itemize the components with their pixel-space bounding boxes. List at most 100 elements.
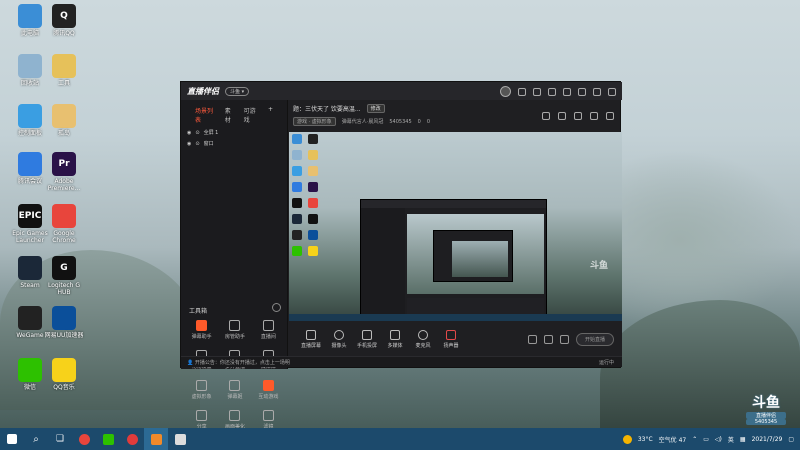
lock-icon[interactable] xyxy=(558,112,566,120)
eye-icon[interactable]: ◉ xyxy=(187,130,191,136)
taskbar-app[interactable] xyxy=(168,428,192,450)
search-button[interactable]: ⌕ xyxy=(24,428,48,450)
air-quality[interactable]: 空气优 47 xyxy=(659,435,687,444)
screen-capture-button[interactable]: 直播屏幕 xyxy=(297,330,325,349)
desktop-icon-label: QQ音乐 xyxy=(53,384,75,391)
bell-icon[interactable] xyxy=(590,112,598,120)
app-icon xyxy=(18,358,42,382)
tool-item[interactable]: 分享 xyxy=(185,410,218,430)
tool-item[interactable]: 弹幕姬 xyxy=(218,380,251,400)
edit-title-button[interactable]: 修改 xyxy=(366,104,385,113)
avatar[interactable] xyxy=(500,86,511,97)
grid-icon[interactable]: ▦ xyxy=(740,436,746,443)
start-live-button[interactable]: 开始直播 xyxy=(575,333,614,346)
room-id: 5405345 xyxy=(389,118,412,125)
douyu-icon xyxy=(150,433,162,445)
desktop-icon[interactable]: G Logitech G HUB xyxy=(42,256,86,296)
monitor-icon xyxy=(306,330,316,340)
tool-label: 互动游戏 xyxy=(258,394,279,400)
task-view-icon: ❏ xyxy=(55,434,65,444)
share-icon[interactable] xyxy=(606,112,614,120)
tool-item[interactable]: 虚拟形象 xyxy=(185,380,218,400)
gear-icon[interactable] xyxy=(559,335,569,344)
notification-icon[interactable]: ▢ xyxy=(788,436,794,443)
preview-icon xyxy=(308,230,318,240)
maximize-icon[interactable] xyxy=(593,87,601,96)
close-icon[interactable] xyxy=(608,87,616,96)
preview-eye-icon[interactable] xyxy=(543,335,553,344)
toolbox-toggle-icon[interactable] xyxy=(272,303,281,312)
app-window: 直播伴侣 斗鱼 ▾ 场景列表 素材 可游戏 + ◉ ⊙ 全屏 1 ◉ ⊙ 窗口 … xyxy=(180,81,622,430)
control-label: 直播屏幕 xyxy=(300,343,321,349)
taskbar-wechat[interactable] xyxy=(96,428,120,450)
preview-icon xyxy=(308,246,318,256)
desktop-icon[interactable]: Google Chrome xyxy=(42,204,86,244)
clock[interactable]: 2021/7/29 xyxy=(752,436,783,443)
lock-icon[interactable]: ⊙ xyxy=(195,141,199,147)
record-icon[interactable] xyxy=(527,335,537,344)
tab-scenes[interactable]: 场景列表 xyxy=(195,106,217,124)
desktop-icon[interactable]: Q 腾讯QQ xyxy=(42,4,86,37)
mail-icon[interactable] xyxy=(533,87,541,96)
viewer-count: 0 xyxy=(417,118,421,125)
tool-item[interactable]: 滤镜 xyxy=(252,410,285,430)
ime-indicator[interactable]: 英 xyxy=(728,435,734,444)
fan-count: 0 xyxy=(426,118,431,125)
scene-item[interactable]: ◉ ⊙ 全屏 1 xyxy=(181,127,287,138)
start-button[interactable] xyxy=(0,428,24,450)
tab-assets[interactable]: 素材 xyxy=(225,106,236,124)
media-button[interactable]: 多媒体 xyxy=(381,330,409,349)
menu-icon[interactable] xyxy=(563,87,571,96)
speaker-button[interactable]: 扬声器 xyxy=(437,330,465,349)
desktop-icon[interactable]: QQ音乐 xyxy=(42,358,86,391)
tab-games[interactable]: 可游戏 xyxy=(244,106,260,124)
tool-label: 直播间 xyxy=(260,334,276,340)
category-button[interactable]: 游戏 · 虚拟形象 xyxy=(293,117,336,126)
add-scene-button[interactable]: + xyxy=(268,106,273,124)
settings-icon[interactable] xyxy=(518,87,526,96)
app-icon: Q xyxy=(52,4,76,28)
tool-label: 弹幕姬 xyxy=(227,394,243,400)
chevron-up-icon[interactable]: ⌃ xyxy=(692,436,697,443)
gift-icon[interactable] xyxy=(542,112,550,120)
network-icon[interactable]: ▭ xyxy=(703,436,709,443)
desktop-icon-label: Adobe Premiere... xyxy=(47,178,81,192)
scene-label: 窗口 xyxy=(203,141,214,147)
desktop-icon[interactable]: 网易UU加速器 xyxy=(42,306,86,339)
download-icon[interactable] xyxy=(574,112,582,120)
control-label: 摄像头 xyxy=(331,343,347,349)
scene-item[interactable]: ◉ ⊙ 窗口 xyxy=(181,138,287,149)
taskbar-douyu[interactable] xyxy=(144,428,168,450)
tool-item[interactable]: 房管助手 xyxy=(218,320,251,340)
volume-icon[interactable]: ◁) xyxy=(715,436,722,443)
microphone-button[interactable]: 麦克风 xyxy=(409,330,437,349)
taskbar-netease[interactable] xyxy=(120,428,144,450)
task-view-button[interactable]: ❏ xyxy=(48,428,72,450)
tool-item[interactable]: 画面美化 xyxy=(218,410,251,430)
tool-label: 房管助手 xyxy=(224,334,245,340)
tool-item[interactable]: 直播间 xyxy=(252,320,285,340)
platform-dropdown[interactable]: 斗鱼 ▾ xyxy=(225,86,250,96)
chrome-icon xyxy=(78,433,90,445)
preview-icon xyxy=(292,198,302,208)
phone-cast-button[interactable]: 手机投屏 xyxy=(353,330,381,349)
lock-icon[interactable]: ⊙ xyxy=(195,130,199,136)
taskbar-chrome[interactable] xyxy=(72,428,96,450)
eye-icon[interactable]: ◉ xyxy=(187,141,191,147)
temperature[interactable]: 33°C xyxy=(638,436,653,443)
desktop-icon-label: Google Chrome xyxy=(52,230,76,244)
desktop-icon[interactable]: 工具 xyxy=(42,54,86,87)
stream-preview[interactable]: 斗鱼 xyxy=(289,132,622,321)
tool-item[interactable]: 弹幕助手 xyxy=(185,320,218,340)
tool-icon xyxy=(262,380,274,391)
camera-button[interactable]: 摄像头 xyxy=(325,330,353,349)
desktop-icon[interactable]: Pr Adobe Premiere... xyxy=(42,152,86,192)
preview-icon xyxy=(308,182,318,192)
tool-item[interactable]: 互动游戏 xyxy=(252,380,285,400)
minimize-icon[interactable] xyxy=(578,87,586,96)
desktop-icon[interactable]: 孤岛 xyxy=(42,104,86,137)
weather-sun-icon[interactable] xyxy=(622,434,632,444)
preview-icon xyxy=(292,150,302,160)
shirt-icon[interactable] xyxy=(548,87,556,96)
control-label: 扬声器 xyxy=(443,343,459,349)
